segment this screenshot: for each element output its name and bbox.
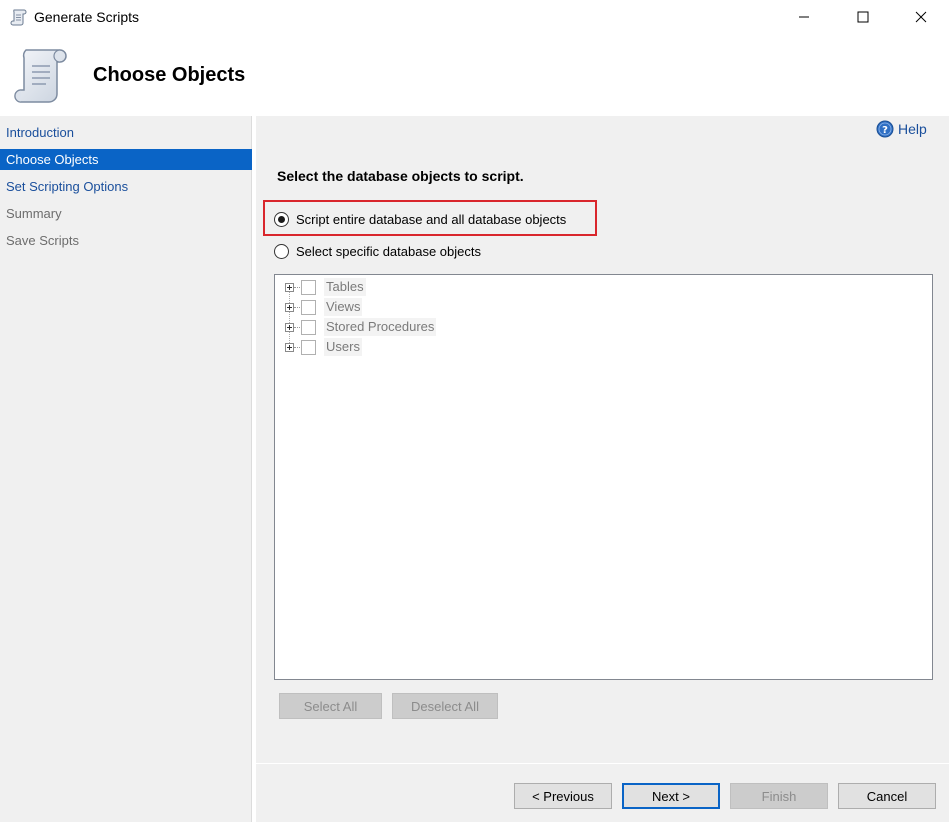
object-tree[interactable]: Tables Views Stored Procedures Users	[274, 274, 933, 680]
tree-node-label: Tables	[324, 278, 366, 296]
tree-dots	[294, 346, 300, 348]
deselect-all-button[interactable]: Deselect All	[392, 693, 498, 719]
select-all-button[interactable]: Select All	[279, 693, 382, 719]
checkbox-views[interactable]	[301, 299, 316, 315]
expand-plus-icon[interactable]	[285, 282, 294, 292]
previous-button[interactable]: < Previous	[514, 783, 612, 809]
nav-item-choose-objects[interactable]: Choose Objects	[0, 149, 252, 170]
cancel-button[interactable]: Cancel	[838, 783, 936, 809]
radio-label: Script entire database and all database …	[296, 212, 567, 227]
main-panel: ? Help Select the database objects to sc…	[256, 116, 949, 822]
radio-label: Select specific database objects	[296, 244, 481, 259]
close-button[interactable]	[898, 0, 944, 34]
page-title: Choose Objects	[93, 64, 246, 86]
title-bar: Generate Scripts	[0, 0, 949, 36]
help-label: Help	[898, 121, 927, 137]
tree-node-views[interactable]: Views	[285, 297, 363, 317]
nav-item-introduction[interactable]: Introduction	[0, 122, 252, 143]
scroll-icon	[10, 9, 27, 26]
expand-plus-icon[interactable]	[285, 342, 294, 352]
close-icon	[915, 11, 927, 23]
checkbox-stored-procedures[interactable]	[301, 319, 316, 335]
svg-text:?: ?	[882, 125, 888, 136]
help-link[interactable]: ? Help	[876, 120, 927, 138]
tree-node-stored-procedures[interactable]: Stored Procedures	[285, 317, 437, 337]
footer-divider	[256, 763, 949, 764]
tree-node-users[interactable]: Users	[285, 337, 362, 357]
maximize-icon	[857, 11, 869, 23]
finish-button[interactable]: Finish	[730, 783, 828, 809]
radio-button-checked[interactable]	[274, 212, 289, 227]
wizard-header: Choose Objects	[0, 36, 949, 116]
instruction-text: Select the database objects to script.	[277, 168, 524, 184]
wizard-nav: Introduction Choose Objects Set Scriptin…	[0, 116, 252, 822]
tree-node-label: Users	[324, 338, 362, 356]
tree-dots	[294, 306, 300, 308]
radio-script-entire-database[interactable]: Script entire database and all database …	[274, 212, 566, 227]
help-icon: ?	[876, 120, 894, 138]
nav-item-summary: Summary	[6, 206, 62, 221]
tree-dots	[294, 286, 300, 288]
expand-plus-icon[interactable]	[285, 322, 294, 332]
tree-dots	[294, 326, 300, 328]
checkbox-users[interactable]	[301, 339, 316, 355]
radio-button-unchecked[interactable]	[274, 244, 289, 259]
expand-plus-icon[interactable]	[285, 302, 294, 312]
tree-node-label: Stored Procedures	[324, 318, 437, 336]
maximize-button[interactable]	[840, 0, 886, 34]
minimize-icon	[799, 16, 809, 18]
nav-item-save-scripts: Save Scripts	[6, 233, 79, 248]
scroll-icon	[14, 49, 67, 103]
window-title: Generate Scripts	[34, 9, 140, 25]
next-button[interactable]: Next >	[622, 783, 720, 809]
nav-item-set-scripting-options[interactable]: Set Scripting Options	[0, 176, 252, 197]
minimize-button[interactable]	[781, 0, 827, 34]
tree-node-tables[interactable]: Tables	[285, 277, 366, 297]
tree-node-label: Views	[324, 298, 363, 316]
radio-select-specific-objects[interactable]: Select specific database objects	[274, 244, 481, 259]
checkbox-tables[interactable]	[301, 279, 316, 295]
